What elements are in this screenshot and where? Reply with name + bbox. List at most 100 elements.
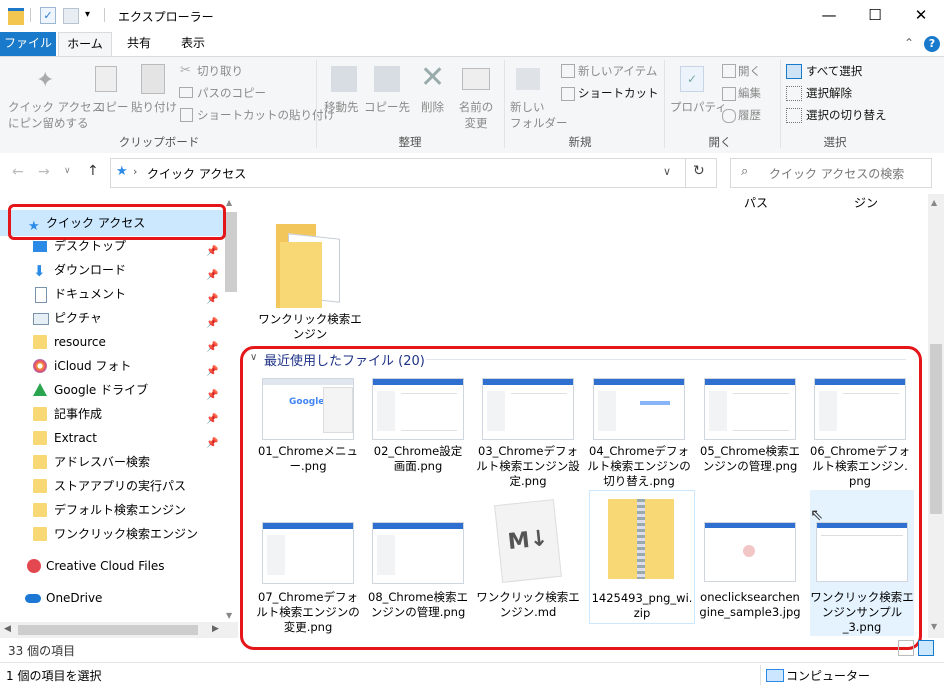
nav-item-resource[interactable]: resource 📌 <box>0 330 224 354</box>
open-icon <box>722 64 736 78</box>
new-folder-quick-icon[interactable] <box>63 8 79 24</box>
maximize-button[interactable]: ☐ <box>852 0 898 32</box>
rename-button[interactable]: 名前の 変更 <box>456 99 496 131</box>
pin-to-quick-access-button[interactable]: クイック アクセス にピン留めする <box>8 99 103 131</box>
search-box[interactable]: ⌕ クイック アクセスの検索 <box>730 158 932 188</box>
collapse-ribbon-icon[interactable]: ⌃ <box>904 36 914 50</box>
rename-icon <box>462 68 490 90</box>
nav-item-icloud-photos[interactable]: iCloud フォト 📌 <box>0 354 224 378</box>
nav-item-documents[interactable]: ドキュメント 📌 <box>0 282 224 306</box>
nav-item-desktop[interactable]: デスクトップ 📌 <box>0 234 224 258</box>
column-fragment-left: パス <box>744 196 769 210</box>
search-input[interactable]: クイック アクセスの検索 <box>769 165 904 182</box>
folder-icon <box>33 479 47 493</box>
customize-toolbar-icon[interactable]: ▾ <box>85 9 90 20</box>
tab-view[interactable]: 表示 <box>168 32 218 56</box>
tab-home[interactable]: ホーム <box>58 32 112 56</box>
history-button[interactable]: 履歴 <box>738 107 761 123</box>
copy-to-icon <box>374 66 400 92</box>
nav-item-label: デスクトップ <box>54 239 127 253</box>
forward-icon[interactable]: → <box>38 164 50 180</box>
nav-item-creative-cloud[interactable]: Creative Cloud Files <box>0 554 224 578</box>
folder-icon <box>33 503 47 517</box>
new-item-button[interactable]: 新しいアイテム <box>578 63 657 79</box>
recent-locations-icon[interactable]: ∨ <box>64 166 71 176</box>
nav-scroll-up[interactable]: ▲ <box>226 198 232 207</box>
nav-item-pictures[interactable]: ピクチャ 📌 <box>0 306 224 330</box>
copy-path-button[interactable]: パスのコピー <box>197 85 266 101</box>
refresh-button[interactable]: ↻ <box>684 158 717 188</box>
new-folder-icon <box>516 68 540 90</box>
scroll-up-icon[interactable]: ▲ <box>931 198 937 207</box>
edit-button[interactable]: 編集 <box>738 85 761 101</box>
copy-button[interactable]: コピー <box>94 99 129 115</box>
address-dropdown-icon[interactable]: ∨ <box>663 165 671 178</box>
folder-tile[interactable]: ワンクリック検索エ ンジン <box>258 214 362 344</box>
paste-shortcut-button[interactable]: ショートカットの貼り付け <box>197 107 335 123</box>
nav-item-store-app-path[interactable]: ストアアプリの実行パス <box>0 474 224 498</box>
nav-hscroll[interactable]: ◀ ▶ <box>0 622 238 638</box>
item-count: 33 個の項目 <box>8 644 76 658</box>
pin-icon: 📌 <box>206 414 219 425</box>
pin-icon: 📌 <box>206 438 219 449</box>
open-button[interactable]: 開く <box>738 63 761 79</box>
copy-to-button[interactable]: コピー先 <box>364 99 410 115</box>
new-item-icon <box>561 64 575 78</box>
search-icon: ⌕ <box>741 164 749 179</box>
details-view-icon[interactable] <box>898 640 914 656</box>
minimize-button[interactable]: — <box>806 0 852 32</box>
content-scrollbar[interactable]: ▲ ▼ <box>928 194 944 638</box>
content-scroll-thumb[interactable] <box>930 344 942 514</box>
nav-item-article[interactable]: 記事作成 📌 <box>0 402 224 426</box>
pin-icon: 📌 <box>206 246 219 257</box>
nav-item-oneclick-search[interactable]: ワンクリック検索エンジン <box>0 522 224 546</box>
pin-icon: ✦ <box>36 68 55 93</box>
scroll-down-icon[interactable]: ▼ <box>931 622 937 631</box>
properties-quick-icon[interactable]: ✓ <box>40 7 56 24</box>
properties-icon: ✓ <box>680 66 704 92</box>
back-icon[interactable]: ← <box>12 164 24 180</box>
select-none-icon <box>786 86 802 101</box>
paste-button[interactable]: 貼り付け <box>131 99 177 115</box>
cut-icon: ✂ <box>180 63 191 78</box>
folder-icon <box>33 455 47 469</box>
google-drive-icon <box>33 383 47 396</box>
tab-share[interactable]: 共有 <box>114 32 164 56</box>
select-none-button[interactable]: 選択解除 <box>806 85 852 101</box>
new-folder-button[interactable]: 新しい フォルダー <box>510 99 568 131</box>
tab-file[interactable]: ファイル <box>0 32 56 56</box>
nav-item-default-search[interactable]: デフォルト検索エンジン <box>0 498 224 522</box>
nav-scrollbar[interactable] <box>225 212 237 292</box>
shortcut-button[interactable]: ショートカット <box>578 85 659 101</box>
nav-hscroll-thumb[interactable] <box>18 625 198 635</box>
scroll-right-icon[interactable]: ▶ <box>212 624 219 634</box>
cut-button[interactable]: 切り取り <box>197 63 243 79</box>
move-to-icon <box>331 66 357 92</box>
help-icon[interactable]: ? <box>924 36 940 52</box>
scroll-left-icon[interactable]: ◀ <box>4 624 11 634</box>
close-button[interactable]: ✕ <box>898 0 944 32</box>
up-icon[interactable]: ↑ <box>87 163 99 179</box>
nav-item-extract[interactable]: Extract 📌 <box>0 426 224 450</box>
nav-item-downloads[interactable]: ⬇ ダウンロード 📌 <box>0 258 224 282</box>
invert-selection-button[interactable]: 選択の切り替え <box>806 107 887 123</box>
address-bar[interactable]: ★ › クイック アクセス ∨ <box>110 158 686 188</box>
pin-icon: 📌 <box>206 318 219 329</box>
nav-item-label: resource <box>54 335 106 349</box>
nav-item-google-drive[interactable]: Google ドライブ 📌 <box>0 378 224 402</box>
nav-item-onedrive[interactable]: OneDrive <box>0 586 224 610</box>
address-path[interactable]: クイック アクセス <box>147 165 246 182</box>
properties-button[interactable]: プロパティ <box>670 99 727 115</box>
nav-item-label: OneDrive <box>46 591 103 605</box>
nav-scroll-down[interactable]: ▼ <box>226 611 232 620</box>
move-to-button[interactable]: 移動先 <box>324 99 359 115</box>
delete-button[interactable]: 削除 <box>421 99 444 115</box>
nav-item-label: 記事作成 <box>54 407 103 421</box>
select-all-button[interactable]: すべて選択 <box>806 63 862 79</box>
large-icons-view-icon[interactable] <box>918 640 934 656</box>
nav-item-label: iCloud フォト <box>54 359 132 373</box>
nav-item-address-search[interactable]: アドレスバー検索 <box>0 450 224 474</box>
explorer-icon <box>8 8 24 25</box>
history-icon <box>722 109 736 123</box>
folder-icon <box>33 407 47 421</box>
